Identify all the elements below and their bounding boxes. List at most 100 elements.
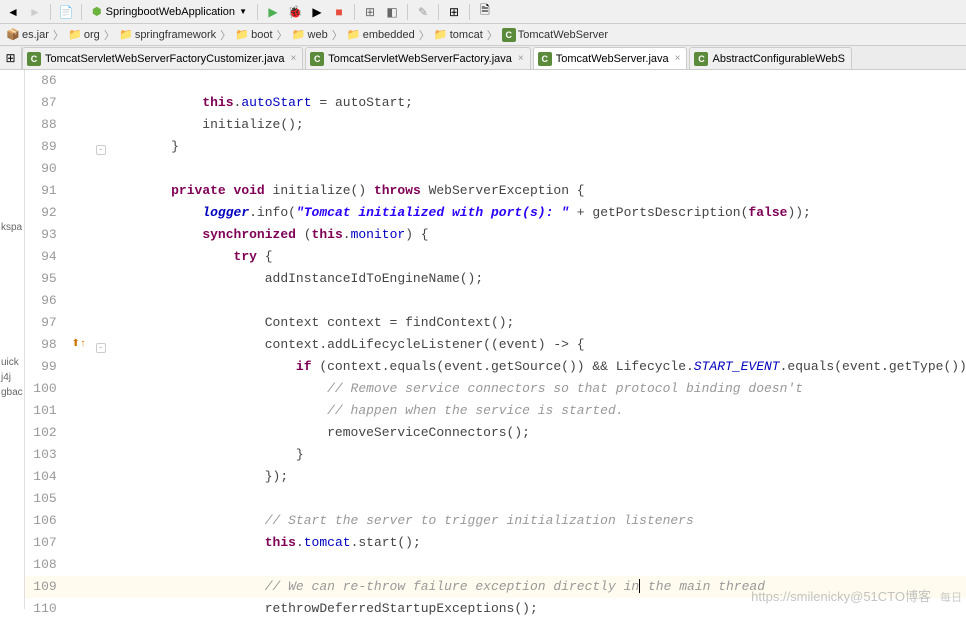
gutter-icons[interactable] [65,378,93,400]
line-content[interactable]: try { [109,246,966,268]
fold-gutter[interactable] [93,312,109,334]
code-line[interactable]: 90 [25,158,966,180]
toolbar-icon[interactable]: 🗎 [476,3,494,21]
breadcrumb-item[interactable]: CTomcatWebServer [500,28,610,42]
fold-gutter[interactable] [93,158,109,180]
gutter-icons[interactable] [65,290,93,312]
gutter-icons[interactable] [65,598,93,620]
gutter-icons[interactable] [65,400,93,422]
line-number[interactable]: 89 [25,136,65,158]
fold-gutter[interactable] [93,202,109,224]
code-line[interactable]: 91 private void initialize() throws WebS… [25,180,966,202]
run-config-dropdown[interactable]: ⬢ SpringbootWebApplication ▼ [88,3,251,20]
code-line[interactable]: 103 } [25,444,966,466]
code-line[interactable]: 93 synchronized (this.monitor) { [25,224,966,246]
code-line[interactable]: 101 // happen when the service is starte… [25,400,966,422]
code-line[interactable]: 107 this.tomcat.start(); [25,532,966,554]
line-content[interactable]: // happen when the service is started. [109,400,966,422]
line-content[interactable]: if (context.equals(event.getSource()) &&… [109,356,966,378]
line-content[interactable]: } [109,444,966,466]
gutter-icons[interactable] [65,246,93,268]
code-line[interactable]: 87 this.autoStart = autoStart; [25,92,966,114]
fold-gutter[interactable] [93,532,109,554]
breadcrumb-item[interactable]: 📁springframework [117,28,218,42]
code-line[interactable]: 98 ⬆↑- context.addLifecycleListener((even… [25,334,966,356]
breadcrumb-item[interactable]: 📁boot [233,28,274,42]
implementation-icon[interactable]: ⬆↑ [71,334,85,356]
code-line[interactable]: 97 Context context = findContext(); [25,312,966,334]
fold-gutter[interactable] [93,180,109,202]
gutter-icons[interactable] [65,158,93,180]
gutter-icons[interactable] [65,180,93,202]
line-content[interactable]: this.autoStart = autoStart; [109,92,966,114]
line-content[interactable]: }); [109,466,966,488]
code-line[interactable]: 94 try { [25,246,966,268]
line-number[interactable]: 93 [25,224,65,246]
fold-gutter[interactable]: - [93,334,109,356]
breadcrumb-item[interactable]: 📁tomcat [432,28,485,42]
breadcrumb-item[interactable]: 📁org [66,28,102,42]
line-content[interactable]: Context context = findContext(); [109,312,966,334]
fold-gutter[interactable] [93,356,109,378]
line-content[interactable]: private void initialize() throws WebServ… [109,180,966,202]
fold-gutter[interactable] [93,510,109,532]
tab-list-button[interactable]: ⊞ [0,47,22,69]
code-line[interactable]: 92 logger.info("Tomcat initialized with … [25,202,966,224]
breadcrumb-item[interactable]: 📦es.jar [4,28,51,42]
line-number[interactable]: 106 [25,510,65,532]
line-content[interactable]: this.tomcat.start(); [109,532,966,554]
code-area[interactable]: 86 87 this.autoStart = autoStart;88 init… [25,70,966,609]
code-line[interactable]: 108 [25,554,966,576]
line-content[interactable] [109,290,966,312]
forward-button[interactable]: ► [26,3,44,21]
line-number[interactable]: 105 [25,488,65,510]
toolbar-icon[interactable]: ✎ [414,3,432,21]
fold-gutter[interactable] [93,290,109,312]
line-content[interactable]: } [109,136,966,158]
toolbar-icon[interactable]: ◧ [383,3,401,21]
line-number[interactable]: 98 [25,334,65,356]
gutter-icons[interactable] [65,268,93,290]
line-content[interactable] [109,158,966,180]
left-panel-label[interactable]: j4j [0,370,24,385]
code-line[interactable]: 100 // Remove service connectors so that… [25,378,966,400]
line-content[interactable]: context.addLifecycleListener((event) -> … [109,334,966,356]
gutter-icons[interactable] [65,92,93,114]
gutter-icons[interactable] [65,466,93,488]
line-number[interactable]: 94 [25,246,65,268]
line-number[interactable]: 101 [25,400,65,422]
fold-gutter[interactable] [93,444,109,466]
line-number[interactable]: 102 [25,422,65,444]
code-line[interactable]: 105 [25,488,966,510]
line-content[interactable]: synchronized (this.monitor) { [109,224,966,246]
line-number[interactable]: 109 [25,576,65,598]
gutter-icons[interactable] [65,576,93,598]
line-number[interactable]: 92 [25,202,65,224]
breadcrumb-item[interactable]: 📁web [290,28,330,42]
line-number[interactable]: 107 [25,532,65,554]
editor-tab[interactable]: CAbstractConfigurableWebS [689,47,851,69]
line-content[interactable] [109,488,966,510]
line-content[interactable]: initialize(); [109,114,966,136]
close-icon[interactable]: × [675,53,681,64]
fold-gutter[interactable] [93,114,109,136]
fold-gutter[interactable] [93,598,109,620]
toolbar-icon[interactable]: ⊞ [361,3,379,21]
fold-gutter[interactable] [93,422,109,444]
toolbar-icon[interactable]: 📄 [57,3,75,21]
code-line[interactable]: 104 }); [25,466,966,488]
debug-button[interactable]: 🐞 [286,3,304,21]
gutter-icons[interactable] [65,70,93,92]
line-number[interactable]: 86 [25,70,65,92]
run-coverage-button[interactable]: ▶ [308,3,326,21]
line-number[interactable]: 95 [25,268,65,290]
code-line[interactable]: 96 [25,290,966,312]
code-line[interactable]: 86 [25,70,966,92]
fold-gutter[interactable]: - [93,136,109,158]
gutter-icons[interactable] [65,532,93,554]
left-panel-label[interactable]: kspa [0,220,24,235]
line-number[interactable]: 90 [25,158,65,180]
back-button[interactable]: ◄ [4,3,22,21]
fold-gutter[interactable] [93,554,109,576]
line-content[interactable] [109,70,966,92]
